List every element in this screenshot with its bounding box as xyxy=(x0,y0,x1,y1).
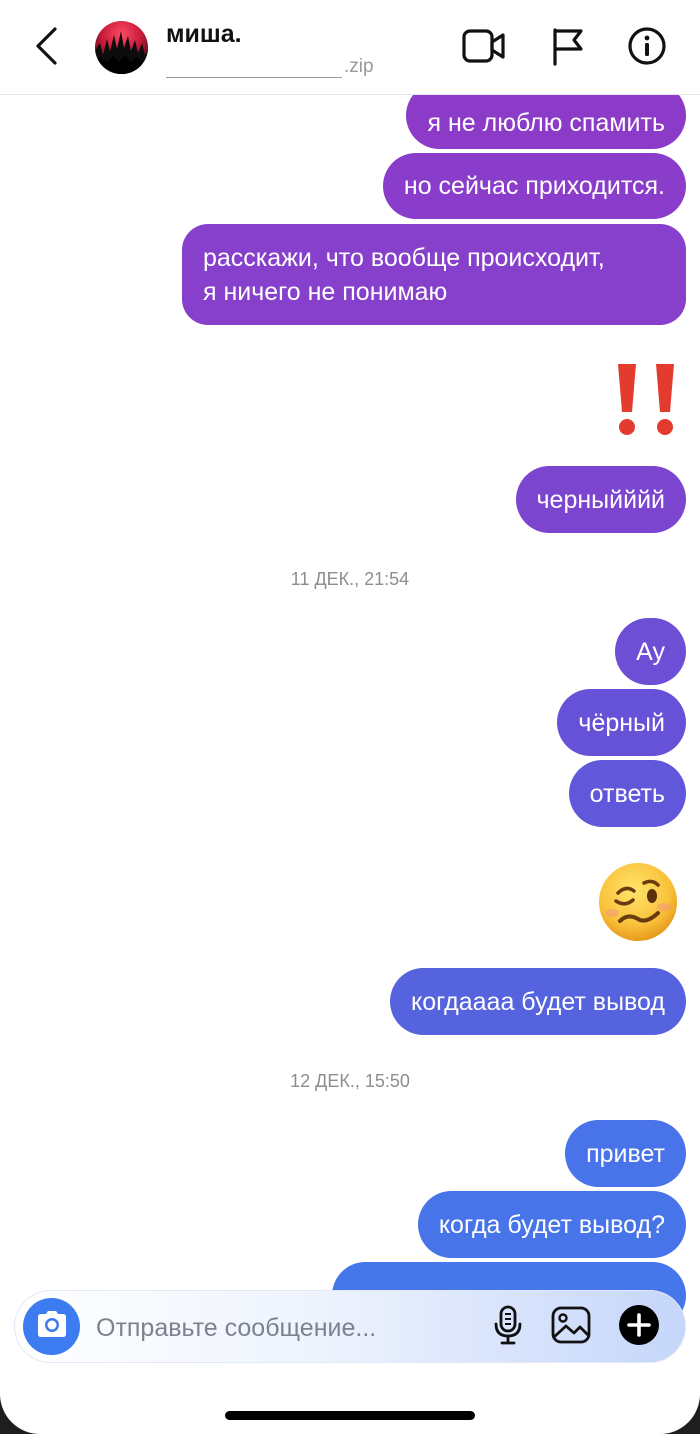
message-bubble[interactable]: когдаааа будет вывод xyxy=(390,968,686,1035)
message-text: Ау xyxy=(636,637,665,666)
message-text: чёрный xyxy=(578,708,665,737)
gallery-button[interactable] xyxy=(548,1304,594,1350)
message-text: но сейчас приходится. xyxy=(403,172,665,200)
message-composer xyxy=(14,1290,686,1363)
avatar[interactable] xyxy=(95,21,148,74)
home-indicator[interactable] xyxy=(225,1411,475,1420)
message-text-line: расскажи, что вообще происходит, xyxy=(203,243,605,272)
gallery-icon xyxy=(550,1305,592,1350)
video-call-button[interactable] xyxy=(460,24,508,72)
woozy-face-icon xyxy=(596,863,680,947)
camera-icon xyxy=(35,1309,69,1344)
message-bubble[interactable]: чёрный xyxy=(557,689,686,756)
message-bubble[interactable]: Ау xyxy=(615,618,686,685)
message-bubble[interactable]: расскажи, что вообще происходит, я ничег… xyxy=(182,224,686,325)
camera-button[interactable] xyxy=(23,1298,80,1355)
message-bubble[interactable]: привет xyxy=(565,1120,686,1187)
message-text: ответь xyxy=(589,779,665,808)
username-blank xyxy=(166,59,342,78)
contact-name[interactable]: миша. xyxy=(166,20,242,49)
message-text-line: я ничего не понимаю xyxy=(203,277,448,306)
plus-icon xyxy=(618,1304,660,1351)
add-button[interactable] xyxy=(616,1304,662,1350)
back-button[interactable] xyxy=(26,24,66,72)
timestamp: 11 ДЕК., 21:54 xyxy=(290,569,410,589)
double-exclamation-icon xyxy=(612,364,682,442)
chat-header: миша. .zip xyxy=(0,0,700,95)
info-icon xyxy=(627,26,667,71)
microphone-icon xyxy=(492,1305,524,1350)
message-text: я не люблю спамить xyxy=(427,108,665,137)
report-button[interactable] xyxy=(543,24,591,72)
message-text: когда будет вывод? xyxy=(438,1210,665,1239)
back-icon xyxy=(33,26,59,71)
message-input[interactable] xyxy=(94,1308,478,1348)
contact-subtitle-text: .zip xyxy=(344,56,374,77)
message-text: черныйййй xyxy=(536,485,665,514)
message-text: привет xyxy=(586,1139,665,1168)
message-bubble[interactable]: когда будет вывод? xyxy=(417,1191,686,1258)
info-button[interactable] xyxy=(623,24,671,72)
chat-screen: миша. .zip я не люблю спамить но сейчас … xyxy=(0,0,700,1434)
message-text: когдаааа будет вывод xyxy=(411,987,665,1016)
contact-subtitle: .zip xyxy=(166,56,374,78)
message-bubble[interactable]: но сейчас приходится. xyxy=(382,153,686,219)
emoji-message[interactable] xyxy=(596,861,680,948)
message-bubble[interactable]: ответь xyxy=(568,760,686,827)
message-bubble[interactable]: черныйййй xyxy=(515,466,686,533)
voice-message-button[interactable] xyxy=(485,1304,531,1350)
flag-icon xyxy=(548,26,586,71)
timestamp: 12 ДЕК., 15:50 xyxy=(290,1071,410,1091)
emoji-message[interactable] xyxy=(612,362,682,443)
video-call-icon xyxy=(462,28,506,69)
